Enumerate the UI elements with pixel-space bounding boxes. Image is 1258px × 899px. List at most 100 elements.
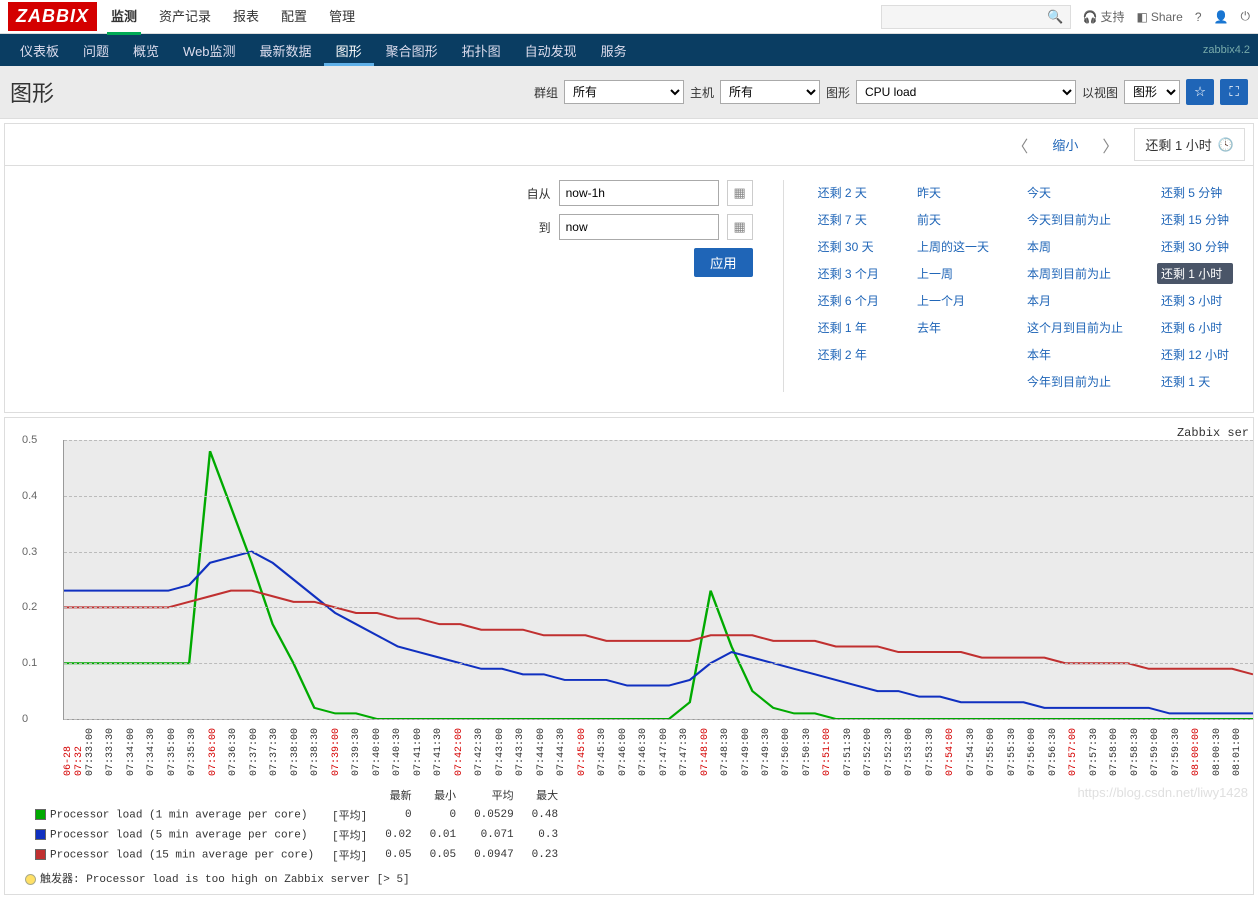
view-select[interactable]: 图形: [1124, 80, 1180, 104]
preset-link[interactable]: 还剩 30 分钟: [1157, 236, 1233, 257]
apply-button[interactable]: 应用: [694, 248, 753, 277]
preset-link[interactable]: 上一个月: [913, 290, 993, 311]
preset-link[interactable]: 今天到目前为止: [1023, 209, 1127, 230]
preset-link[interactable]: 还剩 6 小时: [1157, 317, 1233, 338]
favorite-button[interactable]: ☆: [1186, 79, 1214, 105]
host-select[interactable]: 所有: [720, 80, 820, 104]
preset-link[interactable]: 这个月到目前为止: [1023, 317, 1127, 338]
global-search[interactable]: 🔍: [881, 5, 1071, 29]
xtick-label: 07:53:00: [904, 720, 924, 776]
xtick-label: 07:59:30: [1171, 720, 1191, 776]
chart-area[interactable]: 00.10.20.30.40.5: [63, 440, 1253, 720]
topnav-item[interactable]: 资产记录: [155, 0, 215, 35]
xtick-label: 07:52:00: [863, 720, 883, 776]
chart-trigger: 触发器: Processor load is too high on Zabbi…: [15, 866, 1253, 886]
ytick-label: 0.2: [22, 601, 37, 613]
watermark: https://blog.csdn.net/liwy1428: [1077, 785, 1248, 800]
preset-link[interactable]: 本月: [1023, 290, 1127, 311]
xtick-label: 07:33:00: [85, 720, 105, 776]
preset-link[interactable]: 上一周: [913, 263, 993, 284]
subnav-item[interactable]: 服务: [589, 35, 639, 66]
logo[interactable]: ZABBIX: [8, 2, 97, 31]
topnav: 监测资产记录报表配置管理: [107, 0, 881, 35]
preset-link[interactable]: 今年到目前为止: [1023, 371, 1127, 392]
preset-link[interactable]: 本周: [1023, 236, 1127, 257]
subnav-item[interactable]: 问题: [71, 35, 121, 66]
xtick-label: 07:57:30: [1089, 720, 1109, 776]
chart-panel: Zabbix ser 00.10.20.30.40.5 06-28 07:320…: [4, 417, 1254, 895]
subnav-item[interactable]: Web监测: [171, 35, 248, 66]
subnav-item[interactable]: 仪表板: [8, 35, 71, 66]
subnav-item[interactable]: 自动发现: [513, 35, 589, 66]
time-tabbar: 〈 缩小 〉 还剩 1 小时 🕓: [5, 124, 1253, 166]
topnav-item[interactable]: 监测: [107, 0, 141, 35]
time-prev-button[interactable]: 〈: [1004, 129, 1036, 161]
xtick-label: 07:58:30: [1130, 720, 1150, 776]
xtick-label: 07:42:00: [454, 720, 474, 776]
time-panel: 〈 缩小 〉 还剩 1 小时 🕓 自从 ▦ 到 ▦ 应用 还剩 2 天昨天今天还…: [4, 123, 1254, 413]
xtick-label: 07:56:00: [1027, 720, 1047, 776]
preset-link[interactable]: 本周到目前为止: [1023, 263, 1127, 284]
group-select[interactable]: 所有: [564, 80, 684, 104]
help-icon[interactable]: ?: [1195, 10, 1202, 24]
xtick-label: 07:55:00: [986, 720, 1006, 776]
xtick-label: 07:40:00: [372, 720, 392, 776]
preset-link[interactable]: 还剩 1 小时: [1157, 263, 1233, 284]
preset-link[interactable]: 昨天: [913, 182, 993, 203]
preset-link[interactable]: 还剩 15 分钟: [1157, 209, 1233, 230]
chart-svg: [64, 440, 1253, 719]
to-input[interactable]: [559, 214, 719, 240]
user-icon[interactable]: 👤: [1214, 10, 1229, 24]
logout-icon[interactable]: ⏻: [1241, 9, 1251, 24]
subnav-item[interactable]: 拓扑图: [450, 35, 513, 66]
xtick-label: 07:54:30: [966, 720, 986, 776]
zoom-out-button[interactable]: 缩小: [1052, 135, 1078, 154]
trigger-dot-icon: [25, 874, 36, 885]
subnav-item[interactable]: 图形: [324, 35, 374, 66]
xtick-label: 07:34:30: [146, 720, 166, 776]
support-link[interactable]: 🎧 支持: [1083, 8, 1125, 25]
version-label: zabbix4.2: [1203, 44, 1250, 56]
preset-link[interactable]: 还剩 30 天: [814, 236, 883, 257]
xtick-label: 06-28 07:32: [63, 720, 85, 776]
topnav-item[interactable]: 配置: [277, 0, 311, 35]
topbar: ZABBIX 监测资产记录报表配置管理 🔍 🎧 支持 ◧ Share ? 👤 ⏻: [0, 0, 1258, 34]
fullscreen-button[interactable]: ⛶: [1220, 79, 1248, 105]
current-range-tab[interactable]: 还剩 1 小时 🕓: [1134, 128, 1245, 161]
preset-link[interactable]: 还剩 5 分钟: [1157, 182, 1233, 203]
preset-link[interactable]: 今天: [1023, 182, 1127, 203]
preset-link[interactable]: 还剩 3 小时: [1157, 290, 1233, 311]
subnav-item[interactable]: 概览: [121, 35, 171, 66]
time-next-button[interactable]: 〉: [1094, 129, 1126, 161]
preset-link[interactable]: 去年: [913, 317, 993, 338]
preset-link[interactable]: 还剩 1 年: [814, 317, 883, 338]
preset-link[interactable]: 还剩 3 个月: [814, 263, 883, 284]
from-input[interactable]: [559, 180, 719, 206]
xtick-label: 08:01:00: [1232, 720, 1252, 776]
from-calendar-icon[interactable]: ▦: [727, 180, 753, 206]
chart-legend: 最新最小平均最大Processor load (1 min average pe…: [15, 776, 1253, 866]
preset-link[interactable]: 还剩 7 天: [814, 209, 883, 230]
subnav-item[interactable]: 聚合图形: [374, 35, 450, 66]
preset-link[interactable]: 还剩 2 天: [814, 182, 883, 203]
clock-icon: 🕓: [1218, 137, 1234, 153]
xtick-label: 07:35:30: [187, 720, 207, 776]
preset-link[interactable]: 本年: [1023, 344, 1127, 365]
preset-link[interactable]: 前天: [913, 209, 993, 230]
preset-link[interactable]: 还剩 2 年: [814, 344, 883, 365]
preset-link[interactable]: 还剩 1 天: [1157, 371, 1233, 392]
xtick-label: 07:54:00: [945, 720, 965, 776]
to-calendar-icon[interactable]: ▦: [727, 214, 753, 240]
xtick-label: 07:47:30: [679, 720, 699, 776]
preset-link[interactable]: 还剩 12 小时: [1157, 344, 1233, 365]
preset-link[interactable]: 上周的这一天: [913, 236, 993, 257]
xtick-label: 07:50:00: [781, 720, 801, 776]
topnav-item[interactable]: 报表: [229, 0, 263, 35]
share-link[interactable]: ◧ Share: [1136, 10, 1182, 24]
xtick-label: 07:48:30: [720, 720, 740, 776]
topnav-item[interactable]: 管理: [325, 0, 359, 35]
subnav-items: 仪表板问题概览Web监测最新数据图形聚合图形拓扑图自动发现服务: [8, 35, 639, 66]
graph-select[interactable]: CPU load: [856, 80, 1076, 104]
preset-link[interactable]: 还剩 6 个月: [814, 290, 883, 311]
subnav-item[interactable]: 最新数据: [248, 35, 324, 66]
